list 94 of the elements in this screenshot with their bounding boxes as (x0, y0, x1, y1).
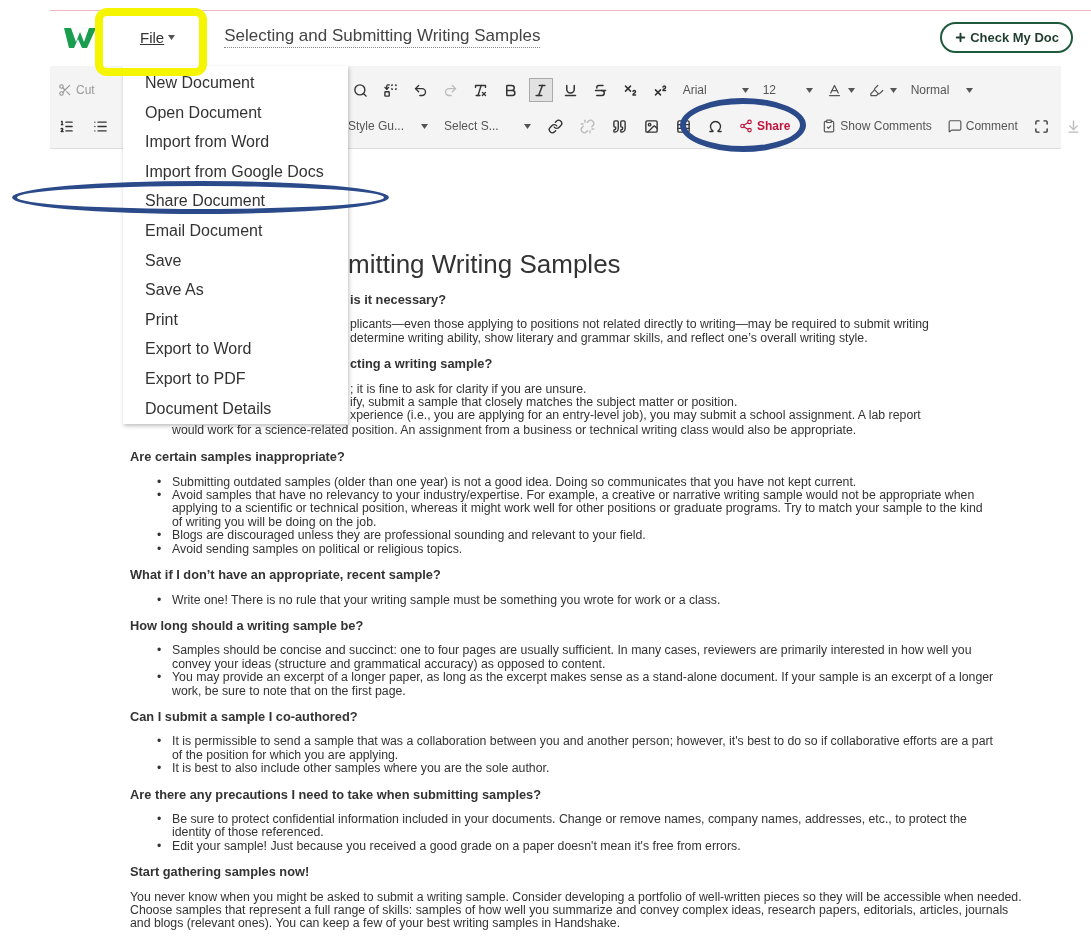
numbered-list-icon (58, 118, 74, 134)
bullet-item: It is best to also include other samples where you are the sole author. (172, 762, 550, 776)
bullet-marker: • (157, 762, 163, 776)
text-line: plicants—even those applying to positions not related directly to writing—may be required to submit writing (350, 318, 930, 332)
section-heading: What if I don’t have an appropriate, recent sample? (130, 568, 442, 582)
check-my-doc-button[interactable]: Check My Doc (940, 21, 1073, 53)
table-icon (675, 118, 691, 134)
omega-icon (707, 118, 723, 134)
bullet-marker: • (157, 529, 163, 543)
caret-icon (805, 87, 813, 93)
menu-item[interactable]: Export to PDF (123, 363, 348, 394)
text-line: ify, submit a sample that closely matches the subject matter or position. (350, 396, 739, 410)
section-heading: How long should a writing sample be? (130, 618, 365, 633)
text-line: xperience (i.e., you are applying for an entry-level job), you may submit a school assignment. A lab report (350, 409, 922, 423)
caret-icon (889, 87, 897, 93)
bullet-marker: • (157, 735, 163, 751)
menu-item[interactable]: Save (123, 245, 348, 276)
document-title[interactable]: Selecting and Submitting Writing Samples (224, 26, 541, 48)
unlink-icon (579, 118, 595, 134)
bullet-marker: • (157, 542, 163, 557)
text-line: would work for a science-related position. An assignment from a business or technical writing class would also be appropriate. (172, 423, 858, 438)
section-heading: cting a writing sample? (350, 357, 494, 371)
italic-button[interactable] (528, 78, 553, 102)
menu-item[interactable]: Document Details (123, 393, 348, 424)
comment-icon (947, 119, 962, 133)
bullet-marker: • (157, 475, 163, 490)
bullet-item: Write one! There is no rule that your writing sample must be something you wrote for work or a class. (172, 593, 721, 607)
section-heading: Start gathering samples now! (130, 865, 311, 879)
bullet-marker: • (157, 671, 163, 687)
search-icon (353, 82, 369, 98)
section-heading: Can I submit a sample I co-authored? (130, 709, 359, 724)
redo-icon (443, 82, 459, 98)
text-line: ; it is fine to ask for clarity if you are unsure. (350, 382, 588, 397)
bullet-item: Be sure to protect confidential information included in your documents. Change or remove names, company names, addresses, etc., to protect the identity of those referenced. (172, 812, 968, 840)
italic-icon (533, 82, 549, 98)
superscript-icon (653, 82, 669, 98)
body-paragraph: You never know when you might be asked to submit a writing sample. Consider developing a portfolio of well-written pieces so they will be accessible when needed. Choose samples that represent a full range of skills: samples of how well you summarize and convey complex ideas, research papers, editorials, articles, journals and blogs (relevant ones). You can keep a few of your best writing samples in Handshake. (130, 890, 1023, 931)
toolbar-dropdown[interactable]: Select S... (440, 119, 535, 133)
caret-icon (741, 87, 749, 93)
bullet-item: It is permissible to send a sample that was a collaboration between you and another person; however, it's best to do so if collaborative efforts are a part of the position for which you are applying. (172, 735, 994, 763)
share-button[interactable]: Share (735, 119, 795, 133)
menu-item[interactable]: Share Document (123, 186, 348, 216)
share-icon (739, 119, 753, 133)
quote-icon (611, 118, 627, 134)
scissors-icon (58, 83, 72, 97)
clear-format-icon (473, 82, 489, 98)
caret-icon (421, 123, 428, 129)
bullet-marker: • (157, 644, 163, 660)
caret-icon (524, 123, 531, 129)
underline-icon (563, 82, 579, 98)
caret-icon (168, 34, 176, 40)
plus-icon (954, 30, 968, 44)
section-heading: is it necessary? (350, 293, 448, 307)
menu-item[interactable]: Import from Google Docs (123, 156, 348, 187)
bullet-marker: • (157, 839, 163, 854)
bullet-item: You may provide an excerpt of a longer paper, as long as the excerpt makes sense as a stand-alone document. If your sample is an excerpt of a longer work, be sure to note that on the first page. (172, 671, 995, 698)
caret-icon (847, 87, 855, 93)
toolbar-dropdown[interactable]: 12 (758, 83, 817, 97)
bullet-item: Edit your sample! Just because you received a good grade on a paper doesn't mean it's free from errors. (172, 839, 741, 854)
menu-item[interactable]: Export to Word (123, 334, 348, 364)
toolbar-dropdown[interactable]: Arial (678, 83, 753, 97)
section-heading: Are there any precautions I need to take when submitting samples? (130, 787, 543, 801)
bullet-item: Avoid sending samples on political or religious topics. (172, 542, 463, 557)
image-icon (643, 118, 659, 134)
clipboard-icon (822, 119, 837, 133)
bullet-item: Submitting outdated samples (older than one year) is not a good idea. Doing so communicates that you have not kept current. (172, 475, 857, 490)
fullscreen-icon (1034, 118, 1050, 134)
file-menu-link[interactable]: File (140, 28, 176, 46)
font-color-icon (826, 82, 842, 98)
menu-item[interactable]: Save As (123, 275, 348, 305)
highlighter-icon (868, 82, 884, 98)
bullet-list-icon (92, 118, 108, 134)
menu-item[interactable]: Email Document (123, 215, 348, 246)
bullet-marker: • (157, 593, 163, 607)
bullet-item: Samples should be concise and succinct: one to four pages are usually sufficient. In many cases, reviewers are primarily interested in how well you convey your ideas (structure and grammatical accuracy) as opposed to content. (172, 644, 973, 672)
section-heading: Are certain samples inappropriate? (130, 450, 346, 464)
comment-button[interactable]: Comment (943, 119, 1022, 133)
bullet-marker: • (157, 812, 163, 828)
text-line: determine writing ability, show literary and grammar skills, and reflect one’s overall writing style. (350, 331, 869, 346)
menu-item[interactable]: New Document (123, 68, 348, 98)
bullet-item: Blogs are discouraged unless they are professional sounding and relevant to your field. (172, 529, 646, 543)
subscript-icon (623, 82, 639, 98)
caret-icon (965, 87, 973, 93)
document-heading: mitting Writing Samples (348, 249, 622, 279)
menu-item[interactable]: Print (123, 304, 348, 335)
bullet-item: Avoid samples that have no relevancy to your industry/expertise. For example, a creative or narrative writing sample would not be appropriate when applying to a scientific or technical position, whereas it might work well for other positions or graduate programs. Try to match your sample to the kind of writing you will be doing on the job. (172, 489, 984, 530)
link-icon (547, 118, 563, 134)
bullet-marker: • (157, 489, 163, 505)
clipboard-button[interactable]: Show Comments (818, 119, 936, 133)
bold-icon (503, 82, 519, 98)
undo-icon (413, 82, 429, 98)
toolbar-dropdown[interactable]: Normal (906, 83, 977, 97)
strikethrough-icon (593, 82, 609, 98)
find-replace-icon (383, 82, 399, 98)
